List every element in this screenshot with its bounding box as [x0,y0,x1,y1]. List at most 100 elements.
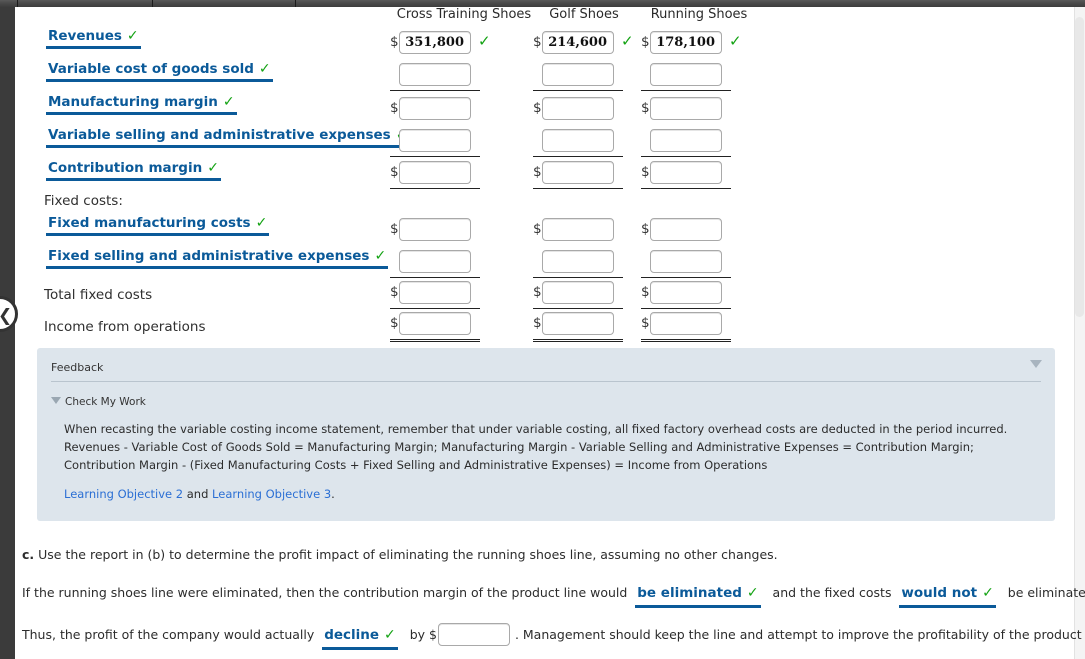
column-header-2: Running Shoes [650,7,748,22]
input-total-fixed-costs-col2[interactable] [650,281,722,304]
dollar-sign: $ [390,100,399,116]
row-label-variable-sga: Variable selling and administrative expe… [46,127,410,148]
chevron-left-icon: ❮ [0,307,12,325]
scrollbar-thumb[interactable] [1075,17,1084,317]
input-profit-amount[interactable] [437,623,510,646]
row-label-fixed-costs-header: Fixed costs: [44,193,123,209]
input-fixed-sga-col2[interactable] [650,250,722,273]
dropdown-contribution-margin-outcome[interactable]: be eliminated ✓ [635,583,761,608]
feedback-divider [51,381,1041,382]
input-revenues-col2[interactable]: 178,100 [650,31,722,54]
dropdown-contribution-margin[interactable]: Contribution margin ✓ [46,160,221,181]
dollar-sign: $ [390,221,399,237]
input-variable-cogs-col1[interactable] [542,63,614,86]
input-variable-sga-col2[interactable] [650,129,722,152]
dollar-sign: $ [641,100,650,116]
row-label-contribution-margin: Contribution margin ✓ [46,160,221,181]
dollar-sign: $ [533,34,542,50]
dropdown-revenues[interactable]: Revenues ✓ [46,28,141,49]
feedback-body-text: When recasting the variable costing inco… [64,422,1008,472]
dollar-sign: $ [390,34,399,50]
dropdown-manufacturing-margin[interactable]: Manufacturing margin ✓ [46,94,237,115]
input-variable-cogs-col0[interactable] [399,63,471,86]
grandtotal-rule [641,339,731,342]
learning-objective-2-link[interactable]: Learning Objective 2 [64,487,183,501]
input-income-from-operations-col2[interactable] [650,312,722,335]
subtotal-rule [390,188,480,189]
subtotal-rule [533,156,623,157]
dollar-sign: $ [390,315,399,331]
subtotal-rule [533,277,623,278]
input-contribution-margin-col2[interactable] [650,161,722,184]
correct-check-icon: ✓ [729,32,742,50]
subtotal-rule [641,156,731,157]
row-label-fixed-manufacturing: Fixed manufacturing costs ✓ [46,215,270,236]
line2-text-c: be eliminated. [1007,585,1085,600]
line2-text-b: and the fixed costs [772,585,892,600]
caret-down-icon [51,397,61,404]
column-header-1: Golf Shoes [549,7,619,22]
feedback-panel: Feedback Check My Work When recasting th… [37,348,1055,521]
row-label-total-fixed-costs: Total fixed costs [44,287,153,303]
input-revenues-col1[interactable]: 214,600 [542,31,614,54]
line3-text-c: . Management should keep the line and at… [514,627,1082,642]
dollar-sign: $ [533,315,542,331]
correct-check-icon: ✓ [621,32,634,50]
row-label-variable-cogs: Variable cost of goods sold ✓ [46,61,273,82]
feedback-links: Learning Objective 2 and Learning Object… [64,487,335,501]
dollar-sign: $ [641,284,650,300]
input-total-fixed-costs-col0[interactable] [399,281,471,304]
input-variable-sga-col1[interactable] [542,129,614,152]
part-c-line-3: Thus, the profit of the company would ac… [22,623,1082,650]
input-fixed-sga-col0[interactable] [399,250,471,273]
dollar-sign: $ [533,164,542,180]
dollar-sign: $ [390,164,399,180]
dollar-sign: $ [641,164,650,180]
left-panel-edge [0,7,15,659]
subtotal-rule [641,308,731,309]
feedback-title: Feedback [51,361,104,374]
input-contribution-margin-col1[interactable] [542,161,614,184]
input-revenues-col0[interactable]: 351,800 [399,31,471,54]
grandtotal-rule [533,339,623,342]
check-my-work-toggle[interactable]: Check My Work [51,396,146,408]
dropdown-fixed-sga[interactable]: Fixed selling and administrative expense… [46,248,389,269]
input-variable-cogs-col2[interactable] [650,63,722,86]
dropdown-variable-cogs[interactable]: Variable cost of goods sold ✓ [46,61,273,82]
subtotal-rule [390,277,480,278]
page-scrollbar[interactable] [1074,7,1085,659]
input-contribution-margin-col0[interactable] [399,161,471,184]
row-label-revenues: Revenues ✓ [46,28,141,49]
dollar-sign: $ [533,100,542,116]
browser-toolbar-strip [0,0,1085,7]
dollar-sign: $ [533,284,542,300]
subtotal-rule [390,308,480,309]
line3-text-b: by $ [409,627,437,642]
grandtotal-rule [390,339,480,342]
input-fixed-sga-col1[interactable] [542,250,614,273]
dropdown-fixed-costs-outcome[interactable]: would not ✓ [899,583,996,608]
dropdown-fixed-manufacturing[interactable]: Fixed manufacturing costs ✓ [46,215,270,236]
link-end-text: . [331,487,335,501]
dollar-sign: $ [641,34,650,50]
correct-check-icon: ✓ [478,32,491,50]
input-manufacturing-margin-col2[interactable] [650,97,722,120]
row-label-manufacturing-margin: Manufacturing margin ✓ [46,94,237,115]
dropdown-variable-sga[interactable]: Variable selling and administrative expe… [46,127,410,148]
subtotal-rule [390,156,480,157]
input-total-fixed-costs-col1[interactable] [542,281,614,304]
input-manufacturing-margin-col0[interactable] [399,97,471,120]
subtotal-rule [641,277,731,278]
input-fixed-manufacturing-col2[interactable] [650,218,722,241]
caret-down-icon[interactable] [1030,360,1042,368]
dropdown-profit-direction[interactable]: decline ✓ [322,625,398,650]
input-manufacturing-margin-col1[interactable] [542,97,614,120]
input-fixed-manufacturing-col1[interactable] [542,218,614,241]
learning-objective-3-link[interactable]: Learning Objective 3 [212,487,331,501]
input-income-from-operations-col1[interactable] [542,312,614,335]
dollar-sign: $ [533,221,542,237]
dollar-sign: $ [641,315,650,331]
input-fixed-manufacturing-col0[interactable] [399,218,471,241]
input-variable-sga-col0[interactable] [399,129,471,152]
input-income-from-operations-col0[interactable] [399,312,471,335]
